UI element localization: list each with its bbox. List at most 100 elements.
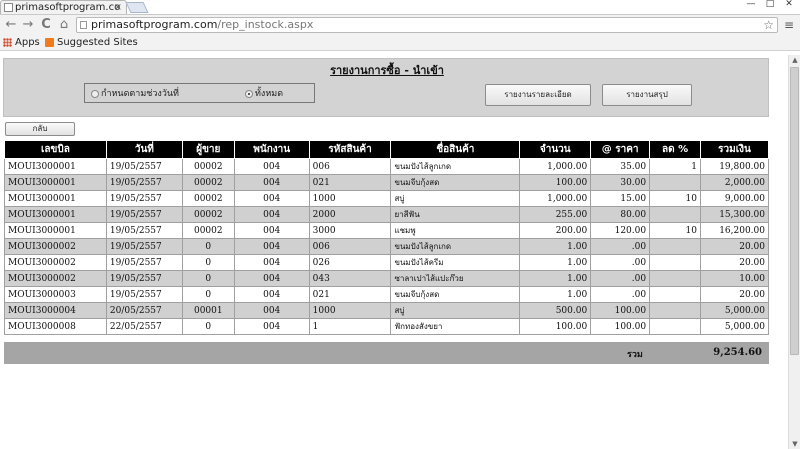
page-viewport: รายงานการซื้อ - นำเข้า กำหนดตามช่วงวันที… <box>0 55 788 449</box>
radio-all-label: ทั้งหมด <box>255 89 284 99</box>
tab-close-icon[interactable]: × <box>114 1 122 14</box>
cell-product-name: ขนมจีบกุ้งสด <box>390 286 521 303</box>
cell-discount <box>649 286 701 303</box>
cell-product-code: 043 <box>308 270 392 287</box>
back-button[interactable]: กลับ <box>5 122 75 136</box>
cell-product-code: 006 <box>308 158 392 175</box>
cell-product-code: 006 <box>308 238 392 255</box>
cell-employee: 004 <box>233 270 310 287</box>
cell-date: 19/05/2557 <box>105 238 183 255</box>
cell-product-code: 021 <box>308 174 392 191</box>
address-bar[interactable]: primasoftprogram.com/rep_instock.aspx ☆ <box>76 17 778 33</box>
header-col-vendor: ผู้ขาย <box>181 140 235 159</box>
home-icon[interactable]: ⌂ <box>56 17 72 33</box>
cell-discount: 10 <box>649 190 701 207</box>
detail-report-button[interactable]: รายงานรายละเอียด <box>485 84 591 106</box>
cell-price: .00 <box>590 238 651 255</box>
cell-price: 30.00 <box>590 174 651 191</box>
back-arrow-icon[interactable]: ← <box>3 17 19 33</box>
scroll-down-arrow-icon[interactable]: ▼ <box>789 439 800 449</box>
header-col-amount: รวมเงิน <box>699 140 770 159</box>
bookmark-star-icon[interactable]: ☆ <box>763 18 774 32</box>
cell-date: 19/05/2557 <box>105 158 183 175</box>
cell-bill-no: MOUI3000004 <box>4 302 107 319</box>
cell-discount <box>649 238 701 255</box>
cell-product-name: ขนมจีบกุ้งสด <box>390 174 521 191</box>
cell-date: 19/05/2557 <box>105 190 183 207</box>
forward-arrow-icon[interactable]: → <box>20 17 36 33</box>
cell-price: 35.00 <box>590 158 651 175</box>
radio-date-range-dot[interactable] <box>91 90 99 98</box>
cell-date: 20/05/2557 <box>105 302 183 319</box>
cell-quantity: 1,000.00 <box>519 190 592 207</box>
url-path: /rep_instock.aspx <box>217 18 314 31</box>
window-minimize-button[interactable]: — <box>743 0 759 9</box>
table-row: MOUI3000008 22/05/2557 0 004 1 ฟักทองสังขยา 10… <box>4 318 770 335</box>
cell-amount: 20.00 <box>699 254 770 271</box>
cell-vendor: 0 <box>181 270 235 287</box>
cell-price: .00 <box>590 254 651 271</box>
cell-discount <box>649 174 701 191</box>
cell-employee: 004 <box>233 254 310 271</box>
table-row: MOUI3000001 19/05/2557 00002 004 2000 ยาสีฟัน… <box>4 206 770 223</box>
cell-employee: 004 <box>233 238 310 255</box>
browser-tab[interactable]: primasoftprogram.co × <box>0 0 127 14</box>
window-maximize-button[interactable]: □ <box>762 0 778 9</box>
cell-vendor: 0 <box>181 286 235 303</box>
radio-all-dot[interactable] <box>245 90 253 98</box>
report-filter-panel: รายงานการซื้อ - นำเข้า กำหนดตามช่วงวันที… <box>3 58 769 117</box>
radio-all[interactable]: ทั้งหมด <box>245 88 283 100</box>
cell-quantity: 1.00 <box>519 270 592 287</box>
cell-price: 120.00 <box>590 222 651 239</box>
cell-product-code: 026 <box>308 254 392 271</box>
new-tab-button[interactable] <box>125 2 149 13</box>
bookmark-suggested-label: Suggested Sites <box>57 37 138 48</box>
cell-price: 15.00 <box>590 190 651 207</box>
cell-product-name: ขนมปังไส้ลูกเกด <box>390 238 521 255</box>
bookmark-apps[interactable]: Apps <box>3 36 40 49</box>
cell-quantity: 1.00 <box>519 238 592 255</box>
header-col-product-code: รหัสสินค้า <box>308 140 392 159</box>
cell-discount <box>649 206 701 223</box>
radio-date-range[interactable]: กำหนดตามช่วงวันที่ <box>91 88 179 100</box>
cell-product-code: 3000 <box>308 222 392 239</box>
scrollbar-thumb[interactable] <box>790 67 799 355</box>
cell-product-code: 1 <box>308 318 392 335</box>
cell-price: 80.00 <box>590 206 651 223</box>
cell-quantity: 100.00 <box>519 174 592 191</box>
cell-employee: 004 <box>233 286 310 303</box>
scroll-up-arrow-icon[interactable]: ▲ <box>789 55 800 65</box>
cell-quantity: 1.00 <box>519 286 592 303</box>
header-col-date: วันที่ <box>105 140 183 159</box>
cell-vendor: 00001 <box>181 302 235 319</box>
vertical-scrollbar[interactable]: ▲ ▼ <box>788 55 800 449</box>
cell-product-name: ขนมปังไส้ลูกเกด <box>390 158 521 175</box>
cell-date: 19/05/2557 <box>105 222 183 239</box>
menu-icon[interactable]: ≡ <box>784 17 794 33</box>
cell-date: 19/05/2557 <box>105 206 183 223</box>
cell-date: 19/05/2557 <box>105 286 183 303</box>
cell-quantity: 1.00 <box>519 254 592 271</box>
report-title: รายงานการซื้อ - นำเข้า <box>330 64 444 77</box>
table-row: MOUI3000004 20/05/2557 00001 004 1000 สบู่ 500… <box>4 302 770 319</box>
page-icon <box>80 21 87 29</box>
cell-vendor: 0 <box>181 254 235 271</box>
cell-product-code: 021 <box>308 286 392 303</box>
cell-employee: 004 <box>233 158 310 175</box>
cell-bill-no: MOUI3000008 <box>4 318 107 335</box>
table-header-row: เลขบิล วันที่ ผู้ขาย พนักงาน รหัสสินค้า ชื่อส… <box>4 140 770 159</box>
cell-price: 100.00 <box>590 318 651 335</box>
reload-icon[interactable]: C <box>38 17 54 33</box>
cell-employee: 004 <box>233 190 310 207</box>
header-col-quantity: จำนวน <box>519 140 592 159</box>
tab-title: primasoftprogram.co <box>15 2 121 13</box>
cell-vendor: 00002 <box>181 190 235 207</box>
cell-price: .00 <box>590 270 651 287</box>
cell-quantity: 255.00 <box>519 206 592 223</box>
header-col-price: @ ราคา <box>590 140 651 159</box>
cell-product-name: ฟักทองสังขยา <box>390 318 521 335</box>
window-close-button[interactable]: ✕ <box>781 0 797 9</box>
summary-report-button[interactable]: รายงานสรุป <box>602 84 692 106</box>
cell-employee: 004 <box>233 318 310 335</box>
bookmark-suggested-sites[interactable]: Suggested Sites <box>45 36 138 49</box>
